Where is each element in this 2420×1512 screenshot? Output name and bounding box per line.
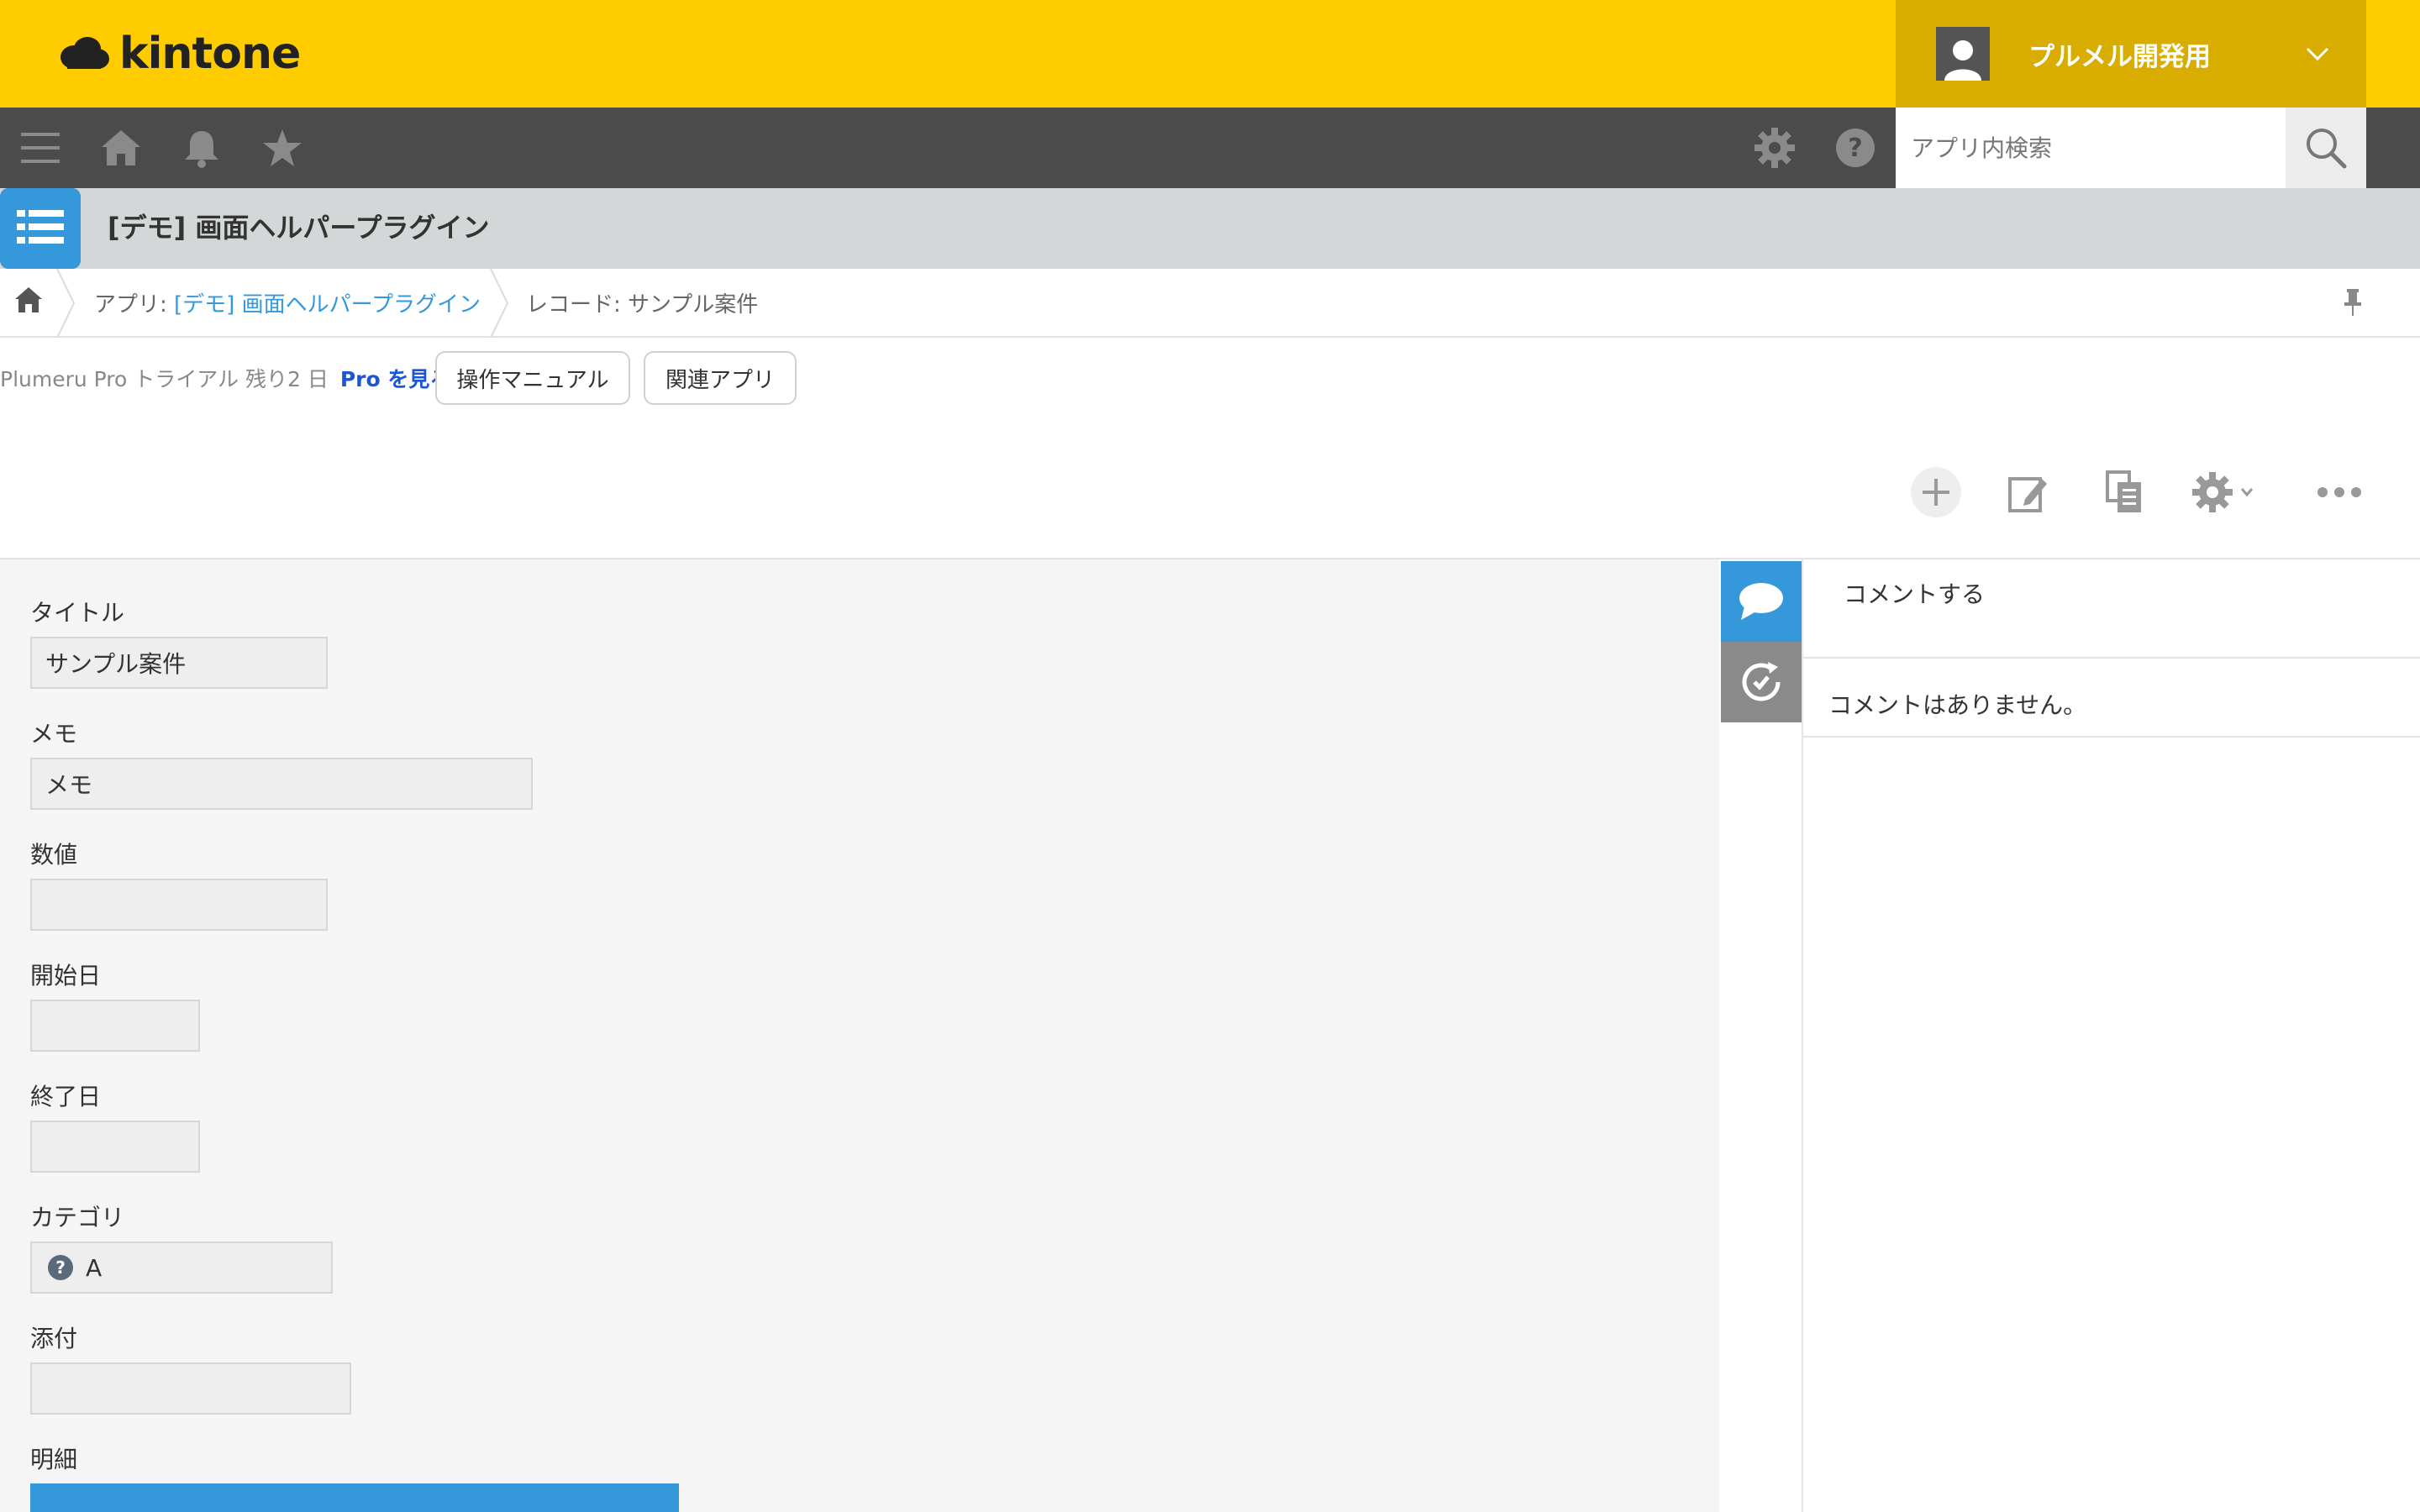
add-record-button[interactable] (1909, 465, 1963, 519)
field-label-details: 明細 (30, 1446, 78, 1473)
breadcrumb-record: レコード: サンプル案件 (526, 292, 759, 318)
user-icon (1944, 40, 1981, 81)
duplicate-record-button[interactable] (2097, 465, 2151, 519)
field-label-number: 数値 (30, 841, 78, 869)
svg-text:?: ? (55, 1257, 66, 1278)
comment-icon (1739, 583, 1783, 620)
chevron-down-icon (2240, 488, 2254, 497)
pin-icon[interactable] (2338, 287, 2368, 318)
field-value-number (30, 879, 328, 931)
more-options-button[interactable] (2312, 465, 2366, 519)
field-label-title: タイトル (30, 599, 125, 627)
comment-placeholder: コメントする (1844, 580, 1986, 608)
history-tab[interactable] (1721, 642, 1802, 722)
user-name: プルメル開発用 (2028, 41, 2211, 72)
breadcrumb-app: アプリ: [デモ] 画面ヘルパープラグイン (94, 287, 481, 318)
breadcrumb-home-icon[interactable] (13, 286, 44, 316)
record-settings-button[interactable] (2191, 465, 2272, 519)
gear-icon (2192, 472, 2233, 512)
field-label-attachment: 添付 (30, 1325, 78, 1352)
field-value-end-date (30, 1121, 200, 1173)
avatar (1936, 27, 1990, 81)
comment-tab[interactable] (1721, 561, 1802, 642)
field-label-memo: メモ (30, 720, 78, 748)
field-label-start-date: 開始日 (30, 962, 102, 990)
app-title: [デモ] 画面ヘルパープラグイン (108, 212, 490, 244)
field-category-box: ? A (30, 1242, 333, 1294)
edit-record-button[interactable] (2002, 465, 2055, 519)
field-value-category: A (86, 1253, 103, 1282)
manual-button[interactable]: 操作マニュアル (435, 351, 630, 405)
pro-trial-line: Plumeru Pro トライアル 残り2 日 Pro を見る (0, 363, 450, 393)
comment-divider (1803, 736, 2420, 738)
duplicate-icon (2106, 470, 2141, 512)
breadcrumb-separator (490, 269, 509, 338)
help-icon[interactable]: ? (1832, 124, 1879, 171)
field-label-end-date: 終了日 (30, 1083, 102, 1110)
edit-icon (2008, 477, 2047, 512)
logo-text: kintone (119, 29, 301, 79)
pro-trial-text: Plumeru Pro トライアル 残り2 日 (0, 367, 329, 391)
chevron-down-icon (2306, 47, 2329, 61)
breadcrumb-separator (56, 269, 76, 338)
app-search-box (1896, 108, 2286, 188)
pro-link[interactable]: Pro を見る (340, 363, 451, 393)
star-icon[interactable] (259, 124, 306, 171)
related-apps-button[interactable]: 関連アプリ (644, 351, 797, 405)
user-menu[interactable]: プルメル開発用 (1896, 0, 2366, 108)
app-list-icon[interactable] (0, 188, 81, 269)
bell-icon[interactable] (178, 124, 225, 171)
cloud-logo-icon (60, 37, 109, 69)
search-icon (2307, 129, 2347, 169)
field-value-attachment (30, 1362, 351, 1415)
details-table-header (30, 1483, 679, 1512)
breadcrumb-app-link[interactable]: [デモ] 画面ヘルパープラグイン (174, 292, 481, 318)
svg-text:?: ? (1848, 134, 1862, 163)
home-icon[interactable] (97, 124, 145, 171)
app-search-input[interactable] (1896, 108, 2286, 188)
field-value-start-date (30, 1000, 200, 1052)
kintone-logo[interactable]: kintone (57, 25, 301, 82)
field-label-category: カテゴリ (30, 1204, 125, 1231)
field-value-title: サンプル案件 (30, 637, 328, 689)
search-button[interactable] (2286, 108, 2366, 188)
field-value-memo: メモ (30, 758, 533, 810)
history-icon (1742, 662, 1781, 701)
gear-icon[interactable] (1751, 124, 1798, 171)
plus-icon (1911, 467, 1961, 517)
menu-icon[interactable] (17, 124, 64, 171)
no-comments-message: コメントはありません。 (1828, 691, 2087, 719)
breadcrumb-app-prefix: アプリ: (94, 292, 175, 318)
more-icon (2317, 487, 2361, 497)
help-icon[interactable]: ? (47, 1254, 74, 1281)
